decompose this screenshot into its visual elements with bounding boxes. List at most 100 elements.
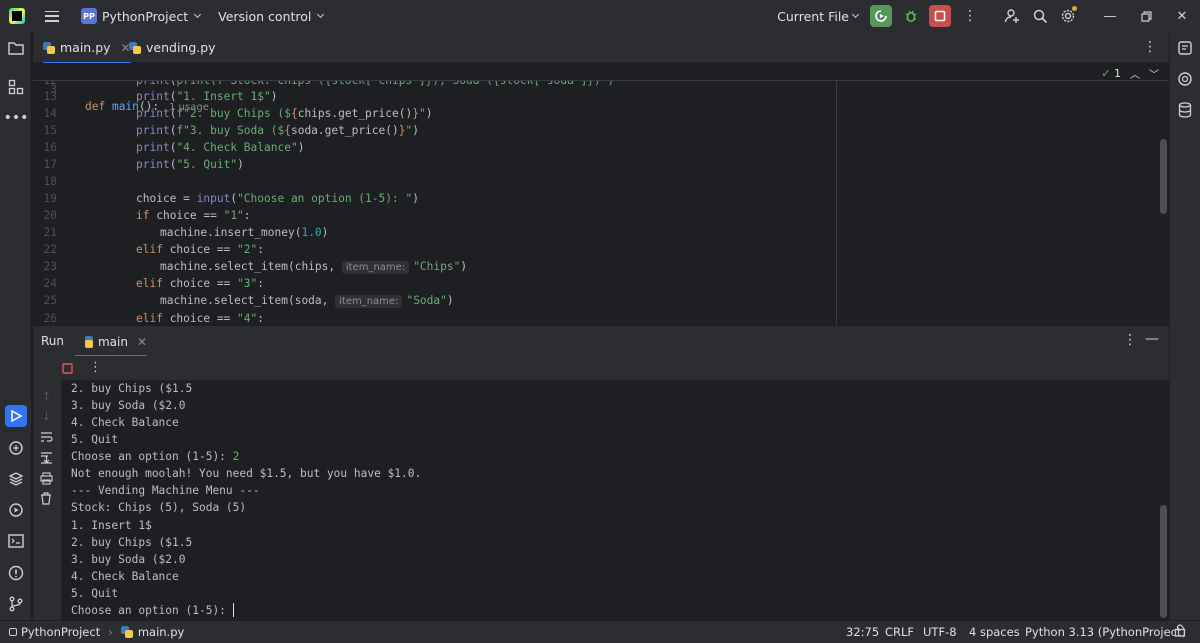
status-bar: PythonProject › main.py 32:75 CRLF UTF-8… bbox=[0, 620, 1200, 643]
stop-button[interactable] bbox=[929, 5, 951, 27]
caret-position[interactable]: 32:75 bbox=[846, 625, 879, 639]
main-menu-icon[interactable] bbox=[45, 10, 59, 22]
git-branch-icon[interactable] bbox=[5, 593, 27, 615]
restore-button[interactable] bbox=[1128, 0, 1164, 32]
pycharm-logo-icon[interactable] bbox=[9, 8, 25, 24]
breadcrumb-separator-icon: › bbox=[108, 625, 113, 639]
run-tool-icon[interactable] bbox=[5, 405, 27, 427]
run-side-toolbar: ↑ ↓ bbox=[33, 356, 61, 620]
project-name[interactable]: PythonProject bbox=[102, 9, 188, 24]
code-text: (): bbox=[138, 100, 160, 113]
tab-label: vending.py bbox=[146, 40, 216, 55]
settings-gear-icon[interactable] bbox=[1054, 0, 1082, 32]
inspection-count: 1 bbox=[1114, 67, 1121, 80]
notifications-icon[interactable] bbox=[1174, 37, 1196, 59]
code-line: 21 machine.insert_money(1.0) bbox=[43, 226, 329, 239]
breadcrumb-project[interactable]: PythonProject bbox=[21, 625, 100, 639]
chevron-down-icon[interactable] bbox=[194, 10, 202, 19]
version-control-menu[interactable]: Version control bbox=[218, 9, 311, 24]
run-console[interactable]: 2. buy Chips ($1.5 3. buy Soda ($2.0 4. … bbox=[61, 380, 1169, 620]
python-file-icon bbox=[129, 41, 141, 54]
arrow-down-icon[interactable]: ↓ bbox=[42, 410, 51, 423]
code-line: 16 print("4. Check Balance") bbox=[43, 141, 305, 154]
breadcrumb-file[interactable]: main.py bbox=[138, 625, 185, 639]
editor-tab-bar: main.py ✕ vending.py ⋮ bbox=[33, 32, 1169, 64]
more-tools-icon[interactable]: ••• bbox=[4, 107, 29, 129]
text-cursor bbox=[232, 603, 235, 617]
console-line: 4. Check Balance bbox=[71, 416, 179, 429]
add-user-icon[interactable] bbox=[998, 0, 1026, 32]
run-tab-label: main bbox=[97, 334, 128, 349]
python-packages-icon[interactable] bbox=[5, 437, 27, 459]
user-input: 2 bbox=[232, 450, 240, 463]
stop-icon[interactable] bbox=[62, 363, 73, 377]
ai-assistant-icon[interactable] bbox=[1174, 68, 1196, 90]
chevron-down-icon[interactable] bbox=[851, 10, 860, 19]
arrow-up-icon[interactable]: ↑ bbox=[42, 390, 51, 403]
tab-options-icon[interactable]: ⋮ bbox=[1143, 39, 1157, 55]
run-configuration-selector[interactable]: Current File bbox=[777, 9, 849, 24]
print-icon[interactable] bbox=[40, 472, 53, 488]
update-dot bbox=[1072, 6, 1077, 11]
indentation[interactable]: 4 spaces bbox=[969, 625, 1020, 639]
sticky-scroll-header[interactable]: 3 def main(): 1 usage bbox=[33, 63, 1169, 113]
breadcrumb: PythonProject › main.py bbox=[9, 625, 184, 639]
minimize-panel-icon[interactable]: — bbox=[1145, 331, 1159, 347]
run-tab-main[interactable]: main ✕ bbox=[75, 326, 147, 357]
console-line: 2. buy Chips ($1.5 bbox=[71, 536, 193, 549]
database-icon[interactable] bbox=[1174, 99, 1196, 121]
project-folder-icon[interactable] bbox=[5, 37, 27, 59]
more-actions-icon[interactable]: ⋮ bbox=[956, 0, 984, 32]
scroll-to-end-icon[interactable] bbox=[40, 451, 53, 467]
line-ending[interactable]: CRLF bbox=[885, 625, 914, 639]
rerun-button[interactable] bbox=[870, 5, 892, 27]
editor-scrollbar[interactable] bbox=[1160, 139, 1167, 214]
inspection-widget[interactable]: ✓ 1 ︿ ﹀ bbox=[1101, 66, 1159, 81]
close-window-button[interactable]: ✕ bbox=[1164, 0, 1200, 32]
python-interpreter[interactable]: Python 3.13 (PythonProject) bbox=[1025, 625, 1186, 639]
console-options-icon[interactable]: ⋮ bbox=[89, 360, 102, 375]
usage-hint[interactable]: 1 usage bbox=[169, 102, 209, 113]
code-editor[interactable]: 3 def main():1 usage ✓ 1 ︿ ﹀ 12print(pri… bbox=[33, 63, 1169, 325]
previous-highlight-icon[interactable]: ︿ bbox=[1130, 66, 1140, 81]
problems-icon[interactable] bbox=[5, 562, 27, 584]
console-line: 5. Quit bbox=[71, 433, 119, 446]
debug-button[interactable] bbox=[897, 0, 925, 32]
console-line: 3. buy Soda ($2.0 bbox=[71, 399, 186, 412]
soft-wrap-icon[interactable] bbox=[40, 431, 53, 446]
tab-label: main.py bbox=[60, 40, 111, 55]
right-tool-strip bbox=[1169, 32, 1200, 620]
tab-vending-py[interactable]: vending.py bbox=[129, 32, 216, 63]
console-toolbar bbox=[61, 356, 1169, 380]
code-line: 19 choice = input("Choose an option (1-5)… bbox=[43, 192, 419, 205]
console-scrollbar[interactable] bbox=[1160, 505, 1167, 618]
minimize-button[interactable]: — bbox=[1092, 0, 1128, 32]
code-line: 20 if choice == "1": bbox=[43, 209, 251, 222]
structure-icon[interactable] bbox=[5, 76, 27, 98]
project-module-icon bbox=[9, 628, 17, 636]
next-highlight-icon[interactable]: ﹀ bbox=[1149, 66, 1159, 81]
code-line: 18 bbox=[43, 175, 57, 188]
run-options-icon[interactable]: ⋮ bbox=[1123, 332, 1137, 348]
lock-icon[interactable] bbox=[1174, 624, 1186, 640]
console-line: 5. Quit bbox=[71, 587, 119, 600]
file-encoding[interactable]: UTF-8 bbox=[923, 625, 957, 639]
close-tab-icon[interactable]: ✕ bbox=[137, 335, 147, 349]
keyword: def bbox=[85, 100, 112, 113]
left-tool-strip: ••• bbox=[0, 32, 32, 620]
code-line: 22 elif choice == "2": bbox=[43, 243, 265, 256]
trash-icon[interactable] bbox=[40, 492, 52, 508]
project-badge[interactable]: PP bbox=[81, 8, 97, 24]
search-icon[interactable] bbox=[1026, 0, 1054, 32]
run-panel-header: Run main ✕ ⋮ — bbox=[33, 325, 1169, 357]
line-number: 3 bbox=[50, 83, 57, 96]
chevron-down-icon[interactable] bbox=[317, 10, 325, 19]
layers-icon[interactable] bbox=[5, 468, 27, 490]
code-line: 17 print("5. Quit") bbox=[43, 158, 244, 171]
title-bar: PP PythonProject Version control Current… bbox=[0, 0, 1200, 32]
stop-icon bbox=[934, 10, 946, 22]
services-icon[interactable] bbox=[5, 499, 27, 521]
tab-main-py[interactable]: main.py ✕ bbox=[43, 32, 131, 64]
console-line: 3. buy Soda ($2.0 bbox=[71, 553, 186, 566]
terminal-icon[interactable] bbox=[5, 530, 27, 552]
